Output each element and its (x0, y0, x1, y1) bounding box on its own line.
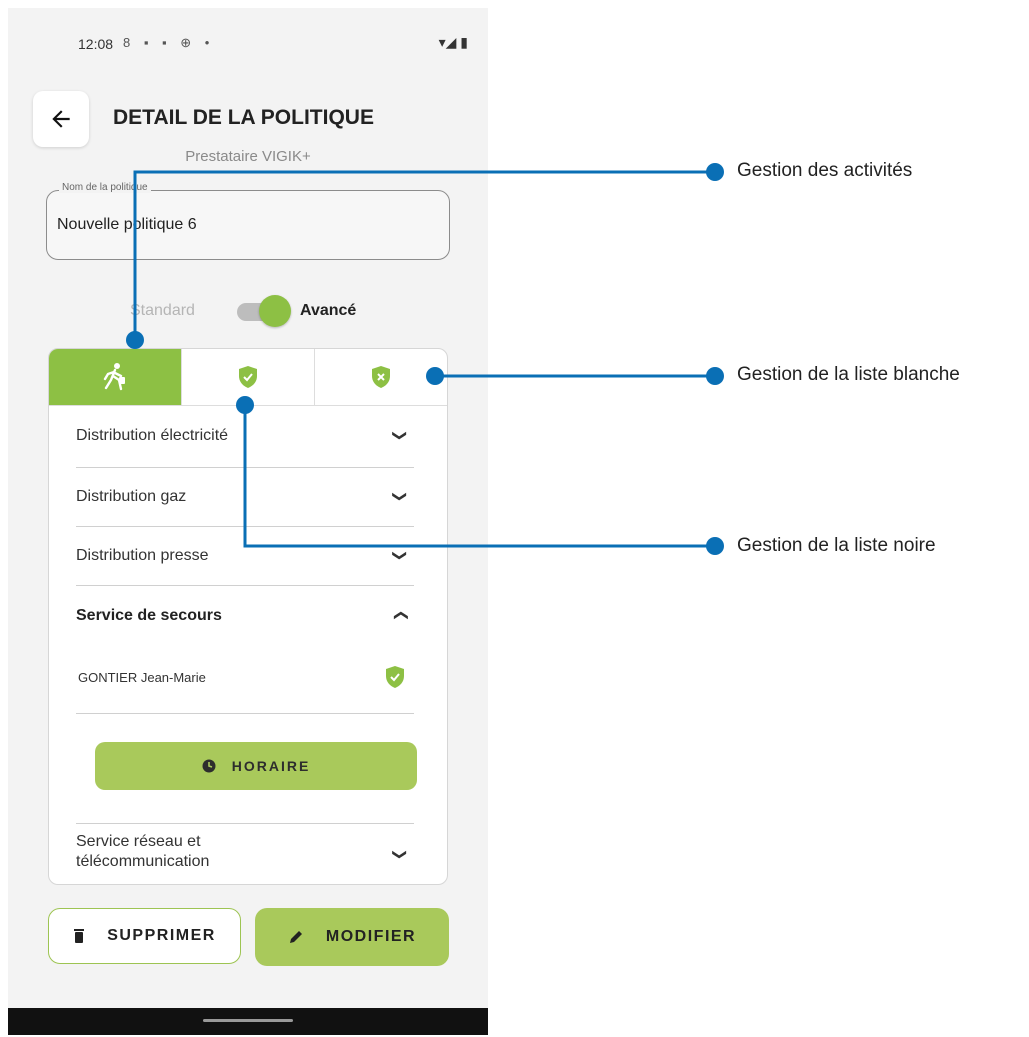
callout-label-blacklist: Gestion de la liste noire (737, 535, 936, 556)
callout-dot (236, 396, 254, 414)
callout-label-whitelist: Gestion de la liste blanche (737, 364, 960, 385)
callout-dot (706, 163, 724, 181)
callout-dot (706, 537, 724, 555)
callout-line-activities (133, 170, 715, 340)
callout-label-activities: Gestion des activités (737, 160, 913, 181)
callout-dot (126, 331, 144, 349)
callout-dot (706, 367, 724, 385)
callout-dot (426, 367, 444, 385)
callout-line-blacklist (243, 405, 715, 548)
callout-lines (126, 163, 724, 555)
